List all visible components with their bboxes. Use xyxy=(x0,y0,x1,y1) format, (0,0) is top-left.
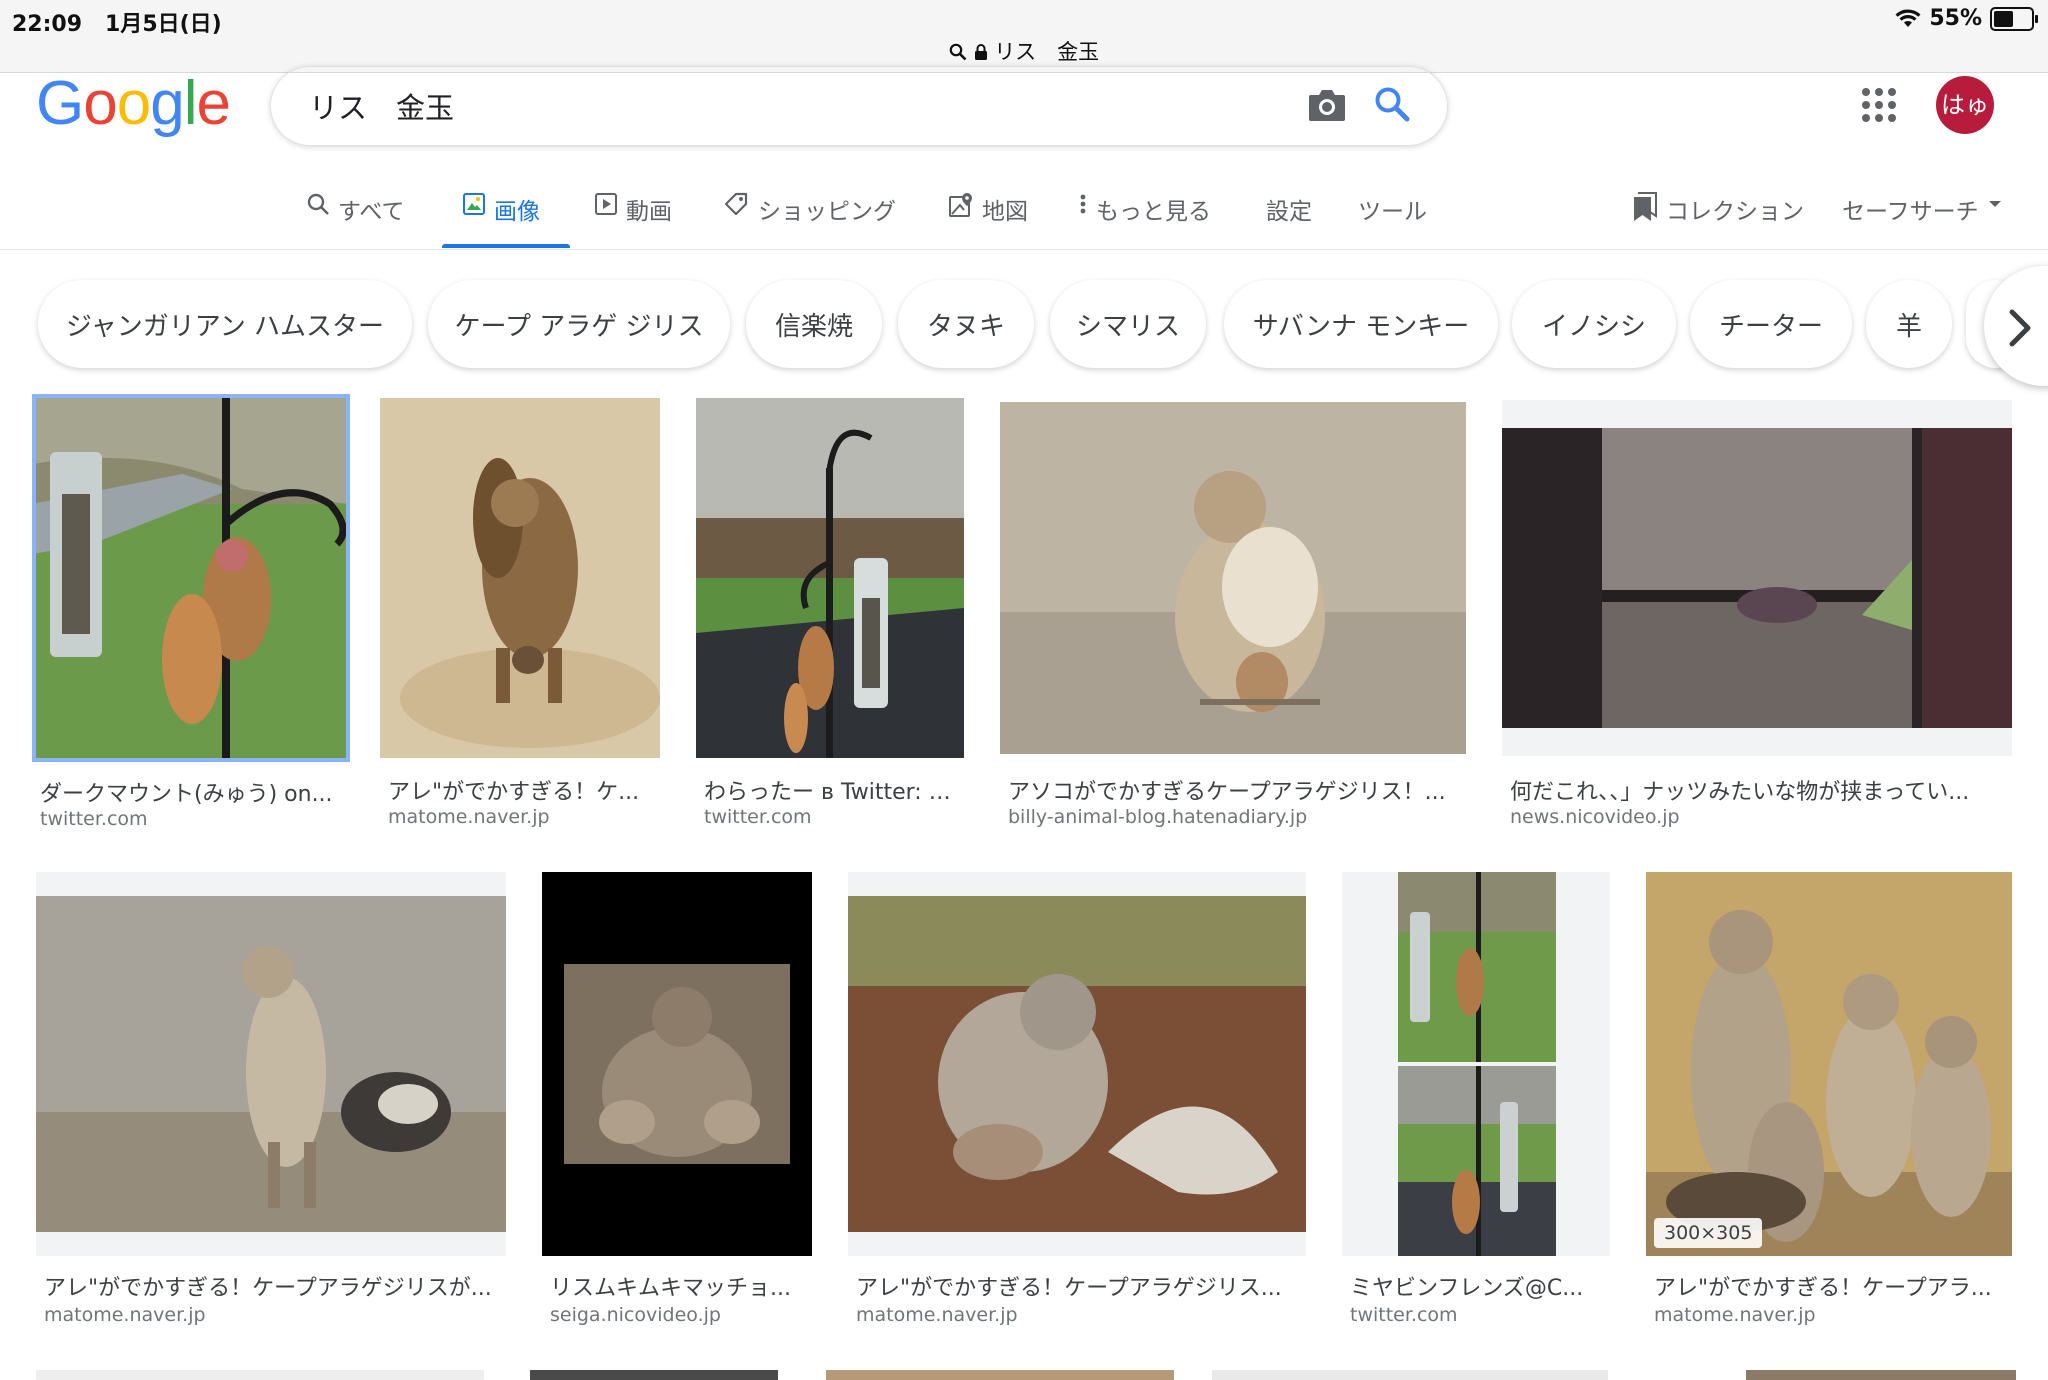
result-site[interactable]: twitter.com xyxy=(40,808,148,830)
result-thumbnail-partial[interactable] xyxy=(826,1370,1174,1380)
battery-icon xyxy=(1990,6,2038,31)
result-title[interactable]: アレ"がでかすぎる！ケープアラゲジリス... xyxy=(856,1270,1300,1302)
image-icon xyxy=(463,193,485,215)
chip[interactable]: 信楽焼 xyxy=(746,280,882,368)
result-item[interactable]: アレ"がでかすぎる！ケープアラゲジリス... matome.naver.jp xyxy=(848,872,1306,1332)
result-title[interactable]: 何だこれ、、」ナッツみたいな物が挟まってい... xyxy=(1510,774,2004,806)
result-title[interactable]: ミヤビンフレンズ@C... xyxy=(1350,1270,1602,1302)
chip[interactable]: ケープ アラゲ ジリス xyxy=(428,280,730,368)
search-box[interactable]: リス 金玉 xyxy=(270,66,1448,146)
result-thumbnail[interactable] xyxy=(36,872,506,1256)
result-site[interactable]: news.nicovideo.jp xyxy=(1510,806,1680,828)
result-site[interactable]: twitter.com xyxy=(704,806,812,828)
result-thumbnail[interactable] xyxy=(848,872,1306,1256)
result-thumbnail-partial[interactable] xyxy=(1212,1370,1608,1380)
video-icon xyxy=(595,193,617,215)
result-thumbnail-partial[interactable] xyxy=(36,1370,484,1380)
status-right: 55% xyxy=(1895,6,2038,31)
avatar[interactable]: はゅ xyxy=(1936,76,1994,134)
tab-more[interactable]: もっと見る xyxy=(1078,190,1211,248)
result-thumbnail[interactable] xyxy=(696,398,964,758)
status-time: 22:09 1月5日(日) xyxy=(12,12,222,37)
result-item[interactable]: ミヤビンフレンズ@C... twitter.com xyxy=(1342,872,1610,1332)
result-title[interactable]: アレ"がでかすぎる！ケープアラ... xyxy=(1654,1270,2004,1302)
result-site[interactable]: twitter.com xyxy=(1350,1304,1458,1326)
tab-shopping[interactable]: ショッピング xyxy=(724,190,896,248)
tab-videos[interactable]: 動画 xyxy=(594,190,672,248)
safesearch-dropdown[interactable]: セーフサーチ xyxy=(1842,190,2003,248)
chevron-right-icon xyxy=(2009,309,2031,347)
camera-icon[interactable] xyxy=(1307,87,1347,127)
chip[interactable]: タヌキ xyxy=(898,280,1034,368)
result-item[interactable]: アソコがでかすぎるケープアラゲジリス！... billy-animal-blog… xyxy=(1000,402,1466,854)
search-tabs: すべて 画像 動画 ショッピング 地図 もっと見る 設定 ツール コレクション … xyxy=(0,190,2048,248)
address-text: リス 金玉 xyxy=(994,40,1100,64)
header-divider xyxy=(0,249,2048,250)
bookmark-icon xyxy=(1634,192,1657,221)
collection-link[interactable]: コレクション xyxy=(1632,190,1804,248)
chip[interactable]: 羊 xyxy=(1866,280,1952,368)
chip[interactable]: チーター xyxy=(1690,280,1852,368)
result-thumbnail-partial[interactable] xyxy=(530,1370,778,1380)
result-title[interactable]: わらったー в Twitter: "... xyxy=(704,774,956,806)
result-title[interactable]: アソコがでかすぎるケープアラゲジリス！... xyxy=(1008,774,1458,806)
result-item[interactable]: 何だこれ、、」ナッツみたいな物が挟まってい... news.nicovideo.… xyxy=(1502,400,2012,854)
tag-icon xyxy=(724,192,748,216)
tab-images[interactable]: 画像 xyxy=(462,190,540,248)
chip[interactable]: サバンナ モンキー xyxy=(1224,280,1498,368)
tab-all[interactable]: すべて xyxy=(306,190,404,248)
result-thumbnail[interactable] xyxy=(380,398,660,758)
result-site[interactable]: seiga.nicovideo.jp xyxy=(550,1304,721,1326)
chevron-down-icon xyxy=(1988,201,2001,207)
result-item[interactable]: アレ"がでかすぎる！ケープアラゲジリスが... matome.naver.jp xyxy=(36,872,506,1332)
search-icon xyxy=(949,43,967,61)
search-icon[interactable] xyxy=(1373,85,1411,127)
search-input[interactable]: リス 金玉 xyxy=(309,85,454,127)
lock-icon xyxy=(974,44,987,60)
wifi-icon xyxy=(1895,8,1921,27)
result-thumbnail[interactable] xyxy=(1342,872,1610,1256)
map-icon xyxy=(949,193,972,217)
result-site[interactable]: matome.naver.jp xyxy=(44,1304,206,1326)
chip[interactable]: ジャンガリアン ハムスター xyxy=(38,280,412,368)
result-site[interactable]: billy-animal-blog.hatenadiary.jp xyxy=(1008,806,1307,828)
result-item[interactable]: アレ"がでかすぎる！ケ... matome.naver.jp xyxy=(380,398,660,854)
tab-tools[interactable]: ツール xyxy=(1358,190,1427,248)
address-bar[interactable]: リス 金玉 xyxy=(0,36,2048,66)
result-item[interactable]: わらったー в Twitter: "... twitter.com xyxy=(696,398,964,854)
result-title[interactable]: リスムキムキマッチョ... xyxy=(550,1270,806,1302)
result-thumbnail[interactable] xyxy=(1000,402,1466,754)
image-dimensions-badge: 300×305 xyxy=(1654,1218,1763,1248)
apps-grid-icon[interactable] xyxy=(1862,88,1896,122)
result-title[interactable]: ダークマウント(みゅう) on... xyxy=(40,776,340,808)
result-site[interactable]: matome.naver.jp xyxy=(388,806,550,828)
result-thumbnail[interactable]: 300×305 xyxy=(1646,872,2012,1256)
active-tab-indicator xyxy=(442,244,570,248)
battery-percent: 55% xyxy=(1929,6,1982,31)
tab-maps[interactable]: 地図 xyxy=(948,190,1028,248)
result-thumbnail-partial[interactable] xyxy=(1746,1370,2016,1380)
tab-settings[interactable]: 設定 xyxy=(1266,190,1312,248)
chip[interactable]: イノシシ xyxy=(1512,280,1676,368)
search-icon xyxy=(307,193,329,215)
google-logo[interactable]: Google xyxy=(36,68,231,139)
result-item[interactable]: リスムキムキマッチョ... seiga.nicovideo.jp xyxy=(542,872,812,1332)
selected-result-highlight xyxy=(32,394,350,762)
result-thumbnail[interactable] xyxy=(542,872,812,1256)
chip[interactable]: シマリス xyxy=(1050,280,1206,368)
more-vert-icon xyxy=(1080,194,1086,214)
result-title[interactable]: アレ"がでかすぎる！ケ... xyxy=(388,774,652,806)
result-site[interactable]: matome.naver.jp xyxy=(856,1304,1018,1326)
result-item[interactable]: 300×305 アレ"がでかすぎる！ケープアラ... matome.naver.… xyxy=(1646,872,2012,1332)
result-thumbnail[interactable] xyxy=(1502,400,2012,756)
status-bar: 22:09 1月5日(日) 55% リス 金玉 xyxy=(0,0,2048,73)
result-title[interactable]: アレ"がでかすぎる！ケープアラゲジリスが... xyxy=(44,1270,500,1302)
result-site[interactable]: matome.naver.jp xyxy=(1654,1304,1816,1326)
